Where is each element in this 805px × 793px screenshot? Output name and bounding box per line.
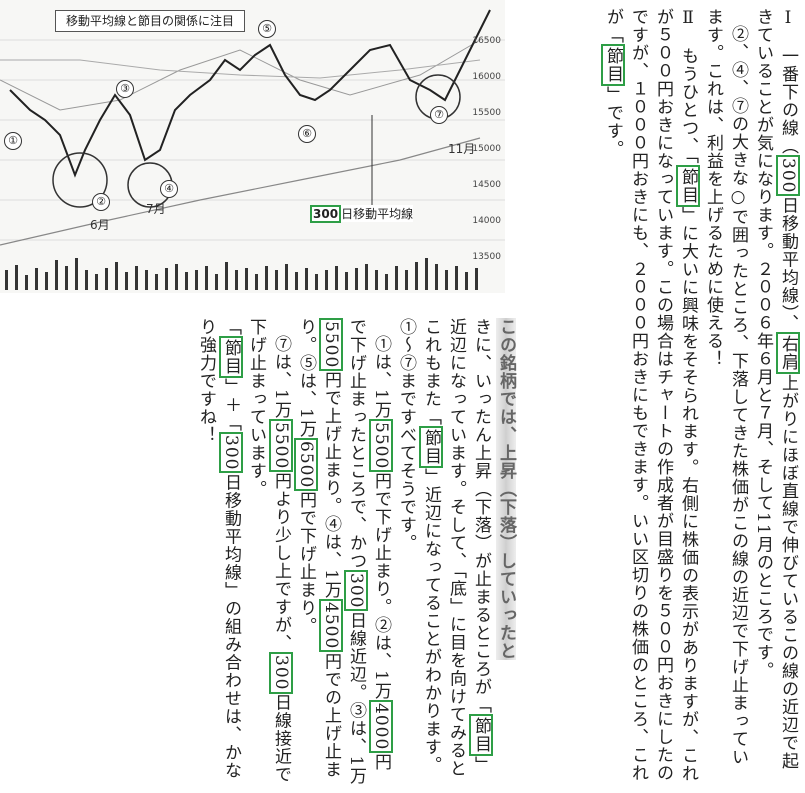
paragraph-left-4: 「節目」＋「300日移動平均線」の組み合わせは、かなり強力ですね！: [196, 318, 243, 780]
ma-300-label: 300 日移動平均線: [310, 205, 414, 223]
price-tick: 15000: [472, 144, 501, 154]
point-4: ④: [160, 180, 178, 198]
price-tick: 16000: [472, 72, 501, 82]
chart-title: 移動平均線と節目の関係に注目: [55, 10, 245, 32]
price-line: [9, 9, 491, 178]
point-1: ①: [4, 132, 22, 150]
intro-text: この銘柄では、上昇（下落）していったと: [496, 318, 516, 660]
paragraph-left-2: ①は、1万5500円で下げ止まり。②は、1万4000円で下げ止まったところで、か…: [294, 318, 393, 786]
paragraph-3: Ⅱ もうひとつ、「節目」に大いに興味をそそられます。右側に株価の表示がありますが…: [601, 8, 700, 783]
month-label-july: 7月: [146, 202, 166, 216]
point-7: ⑦: [430, 106, 448, 124]
point-2: ②: [92, 193, 110, 211]
chart-graphic: [0, 9, 505, 290]
paragraph-left-1: きに、いったん上昇（下落）が止まるところが「節目」近辺になっています。そして、「…: [396, 318, 493, 778]
paragraph-2: ②、④、⑦の大きな○で囲ったところ、下落してきた株価がこの線の近辺で下げ止まって…: [703, 8, 748, 766]
price-tick: 15500: [472, 108, 501, 118]
right-text-block: Ⅰ 一番下の線（300日移動平均線）、右肩上がりにほぼ直線で伸びているこの線の近…: [535, 8, 800, 783]
point-6: ⑥: [298, 125, 316, 143]
price-tick: 16500: [472, 36, 501, 46]
price-tick: 14000: [472, 216, 501, 226]
volume-bars: [5, 258, 478, 290]
paragraph-1: Ⅰ 一番下の線（300日移動平均線）、右肩上がりにほぼ直線で伸びているこの線の近…: [753, 8, 800, 770]
month-label-november: 11月: [448, 142, 476, 156]
price-tick: 13500: [472, 252, 501, 262]
month-label-june: 6月: [90, 218, 110, 232]
point-5: ⑤: [258, 20, 276, 38]
left-text-block: この銘柄では、上昇（下落）していったと きに、いったん上昇（下落）が止まるところ…: [8, 318, 518, 788]
price-tick: 14500: [472, 180, 501, 190]
stock-chart: 移動平均線と節目の関係に注目 ① ② ③ ④ ⑤ ⑥ ⑦ 6月 7月 11月 3…: [0, 0, 505, 293]
paragraph-left-3: ⑦は、1万5500円より少し上ですが、300日線接近で下げ止まっています。: [246, 318, 293, 784]
point-3: ③: [116, 80, 134, 98]
